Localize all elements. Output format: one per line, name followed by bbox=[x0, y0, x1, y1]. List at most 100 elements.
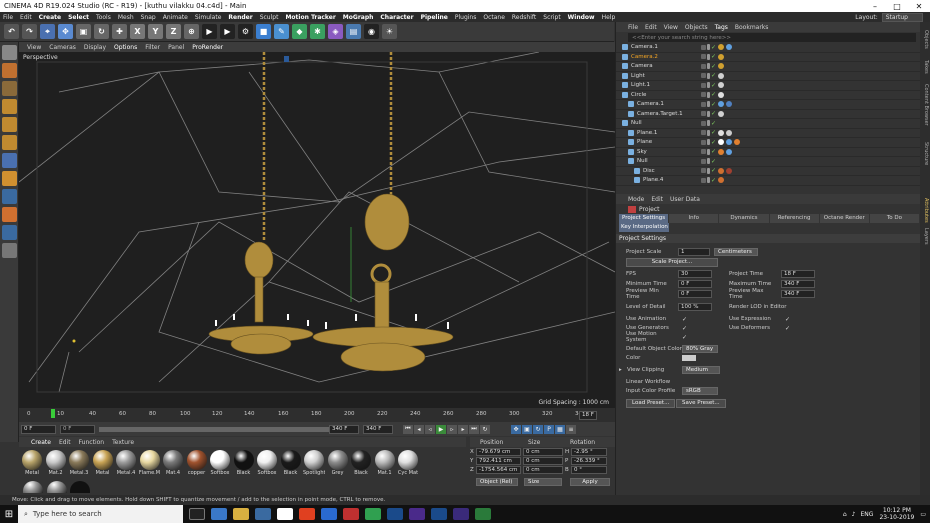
object-tag-icon[interactable] bbox=[726, 167, 732, 174]
position-z-field[interactable]: -1754.564 cm bbox=[476, 465, 521, 474]
object-tag-icon[interactable] bbox=[726, 129, 732, 136]
menu-tools[interactable]: Tools bbox=[96, 14, 111, 21]
axis-x-button[interactable]: X bbox=[130, 24, 145, 39]
object-tag-icon[interactable] bbox=[718, 72, 724, 79]
menu-animate[interactable]: Animate bbox=[163, 14, 188, 21]
object-row[interactable]: Plane ✓ bbox=[616, 138, 920, 148]
redo-icon[interactable]: ↷ bbox=[22, 24, 37, 39]
workplane-icon[interactable] bbox=[2, 81, 17, 96]
layer-dot-icon[interactable] bbox=[701, 168, 706, 174]
layer-dot-icon[interactable] bbox=[701, 54, 706, 60]
material-swatch[interactable]: Metal.4 bbox=[115, 450, 137, 478]
object-name[interactable]: Plane.1 bbox=[637, 130, 701, 136]
project-time-field[interactable]: 18 F bbox=[781, 270, 815, 278]
visibility-dots-icon[interactable] bbox=[707, 101, 710, 108]
position-x-field[interactable]: -79.679 cm bbox=[476, 447, 521, 456]
enable-check-icon[interactable]: ✓ bbox=[711, 101, 716, 107]
enable-check-icon[interactable]: ✓ bbox=[711, 82, 716, 88]
material-swatch[interactable]: Mat.1 bbox=[374, 450, 396, 478]
size-mode-select[interactable]: Size bbox=[524, 477, 562, 486]
rotation-h-field[interactable]: -2.95 ° bbox=[571, 447, 607, 456]
enable-check-icon[interactable]: ✓ bbox=[711, 111, 716, 117]
preview-max-field[interactable]: 340 F bbox=[781, 290, 815, 298]
enable-check-icon[interactable]: ✓ bbox=[711, 73, 716, 79]
taskbar-search[interactable]: ⌕ Type here to search bbox=[18, 505, 183, 523]
min-time-field[interactable]: 0 F bbox=[678, 280, 712, 288]
project-scale-field[interactable]: 1 bbox=[678, 248, 710, 256]
visibility-dots-icon[interactable] bbox=[707, 177, 710, 184]
menu-help[interactable]: Help bbox=[602, 14, 616, 21]
chrome-icon[interactable] bbox=[365, 508, 381, 520]
visibility-dots-icon[interactable] bbox=[707, 120, 710, 127]
visibility-dots-icon[interactable] bbox=[707, 53, 710, 60]
size-x-field[interactable]: 0 cm bbox=[523, 447, 563, 456]
layer-dot-icon[interactable] bbox=[701, 120, 706, 126]
object-tag-icon[interactable] bbox=[718, 167, 724, 174]
enable-check-icon[interactable]: ✓ bbox=[711, 120, 716, 126]
photoshop-icon[interactable] bbox=[387, 508, 403, 520]
menu-redshift[interactable]: Redshift bbox=[512, 14, 536, 21]
visibility-dots-icon[interactable] bbox=[707, 110, 710, 117]
object-tag-icon[interactable] bbox=[718, 110, 724, 117]
preview-range-slider[interactable] bbox=[99, 426, 329, 432]
material-swatch[interactable]: Grey bbox=[327, 450, 349, 478]
visibility-dots-icon[interactable] bbox=[707, 82, 710, 89]
render-settings-icon[interactable]: ⚙ bbox=[238, 24, 253, 39]
tab-octane-render[interactable]: Octane Render bbox=[819, 214, 869, 223]
object-name[interactable]: Camera.Target.1 bbox=[637, 111, 701, 117]
play-icon[interactable]: ▶ bbox=[436, 424, 446, 434]
enable-check-icon[interactable]: ✓ bbox=[711, 92, 716, 98]
axis-y-button[interactable]: Y bbox=[148, 24, 163, 39]
expand-arrow-icon[interactable]: ▸ bbox=[619, 367, 627, 373]
layer-dot-icon[interactable] bbox=[701, 111, 706, 117]
object-row[interactable]: Camera.1 ✓ bbox=[616, 43, 920, 53]
material-swatch[interactable]: Black bbox=[233, 450, 255, 478]
object-row[interactable]: Camera.Target.1 ✓ bbox=[616, 110, 920, 119]
scale-tool-icon[interactable]: ▣ bbox=[76, 24, 91, 39]
material-swatch[interactable]: Black bbox=[280, 450, 302, 478]
object-search-input[interactable]: <<Enter your search string here>> bbox=[628, 33, 916, 42]
object-row[interactable]: Null ✓ bbox=[616, 157, 920, 167]
object-row[interactable]: Disc ✓ bbox=[616, 167, 920, 176]
visibility-dots-icon[interactable] bbox=[707, 91, 710, 98]
viewport-menu-view[interactable]: View bbox=[27, 44, 41, 51]
visibility-dots-icon[interactable] bbox=[707, 72, 710, 79]
lock-workplane-icon[interactable] bbox=[2, 225, 17, 240]
prev-key-icon[interactable]: ◂ bbox=[414, 424, 424, 434]
tab-project-settings[interactable]: Project Settings bbox=[619, 214, 669, 223]
layer-dot-icon[interactable] bbox=[701, 158, 706, 164]
tweak-mode-icon[interactable] bbox=[2, 171, 17, 186]
apply-button[interactable]: Apply bbox=[570, 477, 610, 486]
rotation-b-field[interactable]: 0 ° bbox=[571, 465, 607, 474]
viewport-menu-prorender[interactable]: ProRender bbox=[192, 44, 223, 51]
object-name[interactable]: Light.1 bbox=[631, 82, 701, 88]
layer-dot-icon[interactable] bbox=[701, 92, 706, 98]
material-swatch[interactable] bbox=[23, 481, 43, 493]
material-swatch[interactable]: Metal.3 bbox=[68, 450, 90, 478]
material-swatch[interactable] bbox=[70, 481, 90, 493]
scale-key-icon[interactable]: ▣ bbox=[522, 424, 532, 434]
object-row[interactable]: Camera.1 ✓ bbox=[616, 100, 920, 110]
menu-octane[interactable]: Octane bbox=[483, 14, 505, 21]
material-swatch[interactable]: Black bbox=[350, 450, 372, 478]
material-swatch[interactable]: Spotlight bbox=[303, 450, 325, 478]
menu-motion-tracker[interactable]: Motion Tracker bbox=[285, 14, 335, 21]
object-name[interactable]: Camera.1 bbox=[631, 44, 701, 50]
material-menu-edit[interactable]: Edit bbox=[59, 439, 71, 446]
use-generators-checkbox[interactable]: ✓ bbox=[682, 325, 687, 332]
volume-icon[interactable]: ♪ bbox=[852, 511, 856, 518]
app-icon-red2[interactable] bbox=[343, 508, 359, 520]
network-icon[interactable]: ⌂ bbox=[843, 511, 847, 518]
object-name[interactable]: Camera.1 bbox=[637, 101, 701, 107]
size-z-field[interactable]: 0 cm bbox=[523, 465, 563, 474]
app-icon-green[interactable] bbox=[475, 508, 491, 520]
menu-edit[interactable]: Edit bbox=[20, 14, 32, 21]
menu-window[interactable]: Window bbox=[568, 14, 595, 21]
enable-check-icon[interactable]: ✓ bbox=[711, 139, 716, 145]
edges-mode-icon[interactable] bbox=[2, 117, 17, 132]
material-swatch[interactable]: Softbox bbox=[256, 450, 278, 478]
preview-start-field[interactable]: 0 F bbox=[60, 424, 95, 434]
obj-menu-bookmarks[interactable]: Bookmarks bbox=[735, 24, 769, 31]
end-frame-field[interactable]: 340 F bbox=[363, 424, 393, 434]
layer-dot-icon[interactable] bbox=[701, 101, 706, 107]
